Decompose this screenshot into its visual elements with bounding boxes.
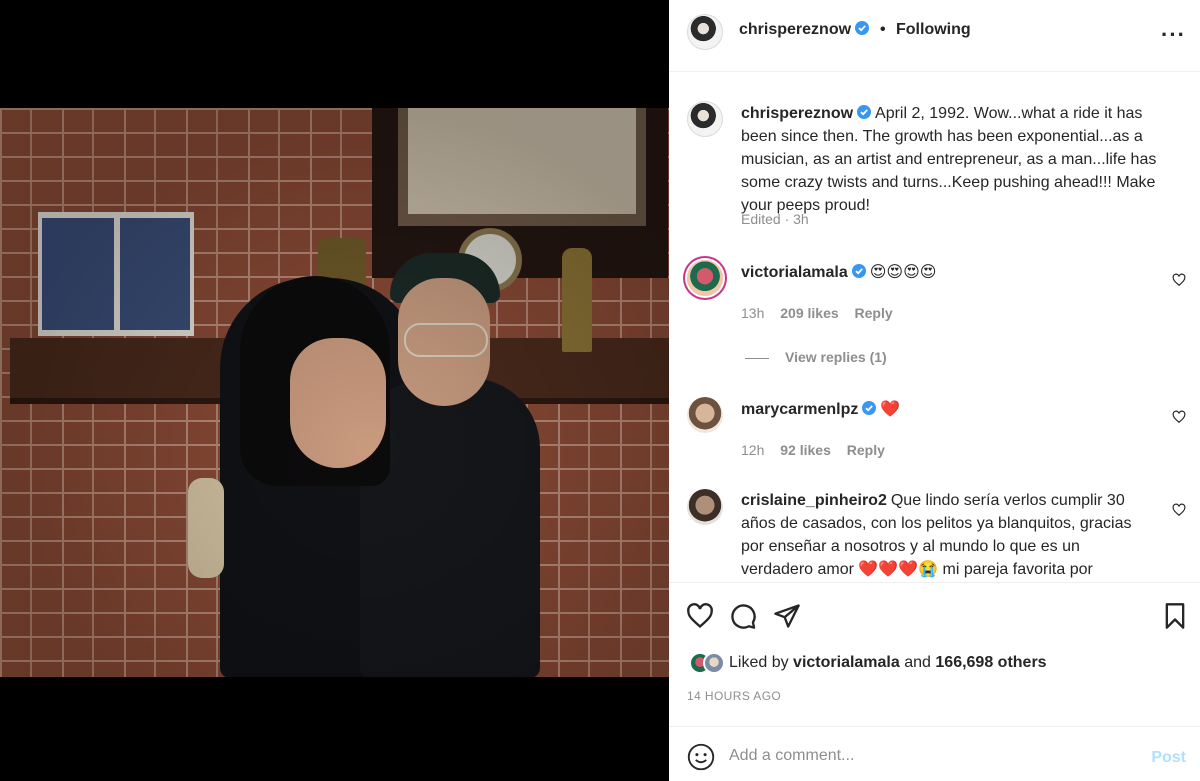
commenter-avatar[interactable] bbox=[687, 260, 723, 296]
comment-icon[interactable] bbox=[729, 602, 757, 630]
comment-text-block: marycarmenlpz ❤️ bbox=[741, 397, 1161, 421]
media-viewer bbox=[0, 0, 669, 781]
caption-text-block: chrispereznow April 2, 1992. Wow...what a… bbox=[741, 102, 1181, 217]
emoji-picker-icon[interactable] bbox=[687, 743, 715, 771]
comment-like-heart-icon[interactable] bbox=[1172, 273, 1186, 287]
comment-time: 13h bbox=[741, 305, 765, 321]
share-icon[interactable] bbox=[773, 602, 801, 630]
likes-user-link[interactable]: victorialamala bbox=[793, 654, 900, 671]
comment-text-block: victorialamala 😍😍😍😍 bbox=[741, 260, 1161, 284]
bookmark-icon[interactable] bbox=[1161, 602, 1189, 630]
comment-text: 😍😍😍😍 bbox=[869, 262, 937, 281]
liker-avatar bbox=[703, 652, 725, 674]
comment-meta: 12h 92 likes Reply bbox=[741, 442, 885, 458]
comments-list[interactable]: chrispereznow April 2, 1992. Wow...what a… bbox=[669, 73, 1200, 583]
heart-icon[interactable] bbox=[686, 602, 714, 630]
comment-likes[interactable]: 92 likes bbox=[780, 442, 831, 458]
comment-text-block: crislaine_pinheiro2 Que lindo sería verlo… bbox=[741, 489, 1151, 582]
reply-button[interactable]: Reply bbox=[847, 442, 885, 458]
commenter-avatar[interactable] bbox=[687, 489, 723, 525]
comment-composer: Post bbox=[669, 726, 1200, 781]
likes-middle: and bbox=[904, 654, 931, 671]
caption-meta: Edited · 3h bbox=[741, 211, 809, 227]
author-avatar[interactable] bbox=[687, 14, 723, 50]
commenter-username[interactable]: crislaine_pinheiro2 bbox=[741, 492, 887, 509]
post-header: chrispereznow • Following ··· bbox=[669, 0, 1200, 72]
verified-badge-icon bbox=[857, 105, 872, 119]
following-button[interactable]: Following bbox=[896, 21, 971, 38]
comment-like-heart-icon[interactable] bbox=[1172, 503, 1186, 517]
separator-dot: • bbox=[879, 21, 886, 38]
more-options-icon[interactable]: ··· bbox=[1161, 22, 1186, 48]
caption-avatar[interactable] bbox=[687, 101, 723, 137]
replies-divider bbox=[745, 357, 769, 359]
post-actions bbox=[669, 592, 1200, 640]
caption-username[interactable]: chrispereznow bbox=[741, 105, 853, 122]
post-comment-button[interactable]: Post bbox=[1151, 749, 1186, 767]
comment-time: 12h bbox=[741, 442, 765, 458]
comment-like-heart-icon[interactable] bbox=[1172, 410, 1186, 424]
likes-prefix: Liked by bbox=[729, 654, 789, 671]
commenter-username[interactable]: victorialamala bbox=[741, 264, 848, 281]
post-photo[interactable] bbox=[0, 108, 669, 677]
verified-badge-icon bbox=[862, 401, 877, 415]
view-replies-button[interactable]: View replies (1) bbox=[745, 349, 887, 365]
photo-vignette bbox=[0, 108, 669, 677]
view-replies-label[interactable]: View replies (1) bbox=[785, 349, 887, 365]
likes-others-link[interactable]: 166,698 others bbox=[935, 654, 1046, 671]
commenter-avatar[interactable] bbox=[687, 397, 723, 433]
verified-badge-icon bbox=[855, 21, 870, 35]
comment-meta: 13h 209 likes Reply bbox=[741, 305, 893, 321]
post-side-panel: chrispereznow • Following ··· chrisperez… bbox=[669, 0, 1200, 781]
add-comment-input[interactable] bbox=[729, 741, 1129, 771]
commenter-username[interactable]: marycarmenlpz bbox=[741, 401, 858, 418]
verified-badge-icon bbox=[851, 264, 866, 278]
reply-button[interactable]: Reply bbox=[855, 305, 893, 321]
post-timestamp[interactable]: 14 HOURS AGO bbox=[687, 689, 781, 703]
likes-text: Liked by victorialamala and 166,698 othe… bbox=[729, 654, 1047, 672]
author-username[interactable]: chrispereznow bbox=[739, 21, 851, 38]
comment-text: ❤️ bbox=[880, 399, 901, 418]
comment-likes[interactable]: 209 likes bbox=[780, 305, 838, 321]
